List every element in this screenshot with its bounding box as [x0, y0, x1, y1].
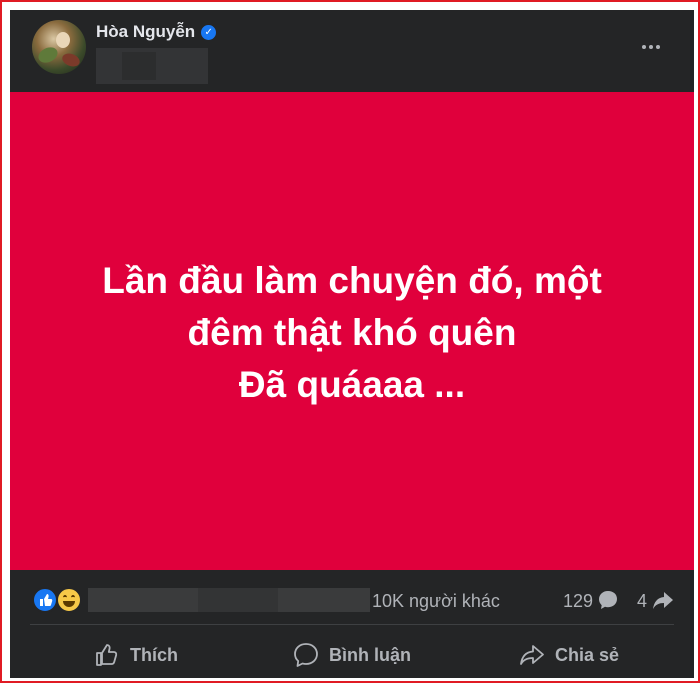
like-button[interactable]: Thích — [94, 635, 178, 675]
post-text-line: Đã quáaaa ... — [238, 364, 466, 405]
reactions-others-count[interactable]: 10K người khác — [372, 591, 500, 612]
share-icon — [520, 645, 544, 665]
more-dot-icon — [642, 45, 646, 49]
reactor-names-redacted — [88, 588, 370, 612]
comment-bubble-icon — [599, 591, 617, 609]
verified-badge-icon: ✓ — [201, 24, 217, 40]
share-count[interactable]: 4 — [637, 591, 647, 612]
post-text: Lần đầu làm chuyện đó, một đêm thật khó … — [52, 255, 652, 411]
comment-button-label: Bình luận — [329, 644, 411, 665]
facebook-post-card: Hòa Nguyễn ✓ Lần đầu làm chuyện đó, một … — [10, 10, 694, 678]
post-header: Hòa Nguyễn ✓ — [10, 10, 694, 92]
like-button-label: Thích — [130, 644, 178, 665]
post-content-background: Lần đầu làm chuyện đó, một đêm thật khó … — [10, 92, 694, 570]
more-options-button[interactable] — [634, 36, 668, 58]
screenshot-frame: Hòa Nguyễn ✓ Lần đầu làm chuyện đó, một … — [0, 0, 700, 683]
haha-reaction-icon[interactable] — [56, 587, 82, 613]
author-name[interactable]: Hòa Nguyễn — [96, 22, 195, 42]
post-text-line: Lần đầu làm chuyện đó, một — [102, 260, 602, 301]
post-stats: 10K người khác 129 4 — [10, 570, 694, 616]
actions-divider — [30, 624, 674, 625]
more-dot-icon — [656, 45, 660, 49]
comment-button[interactable]: Bình luận — [293, 635, 411, 675]
author-avatar[interactable] — [32, 20, 86, 74]
share-button[interactable]: Chia sẻ — [519, 635, 619, 675]
thumbs-up-icon — [96, 644, 118, 666]
share-button-label: Chia sẻ — [555, 644, 620, 665]
like-reaction-icon[interactable] — [32, 587, 58, 613]
comment-icon — [294, 643, 318, 667]
share-arrow-icon — [653, 592, 673, 609]
author-name-row: Hòa Nguyễn ✓ — [96, 22, 217, 42]
more-dot-icon — [649, 45, 653, 49]
post-meta-redacted — [96, 48, 208, 84]
post-text-line: đêm thật khó quên — [187, 312, 517, 353]
post-actions-bar: Thích Bình luận Chia sẻ — [10, 635, 694, 675]
comment-count[interactable]: 129 — [563, 591, 593, 612]
